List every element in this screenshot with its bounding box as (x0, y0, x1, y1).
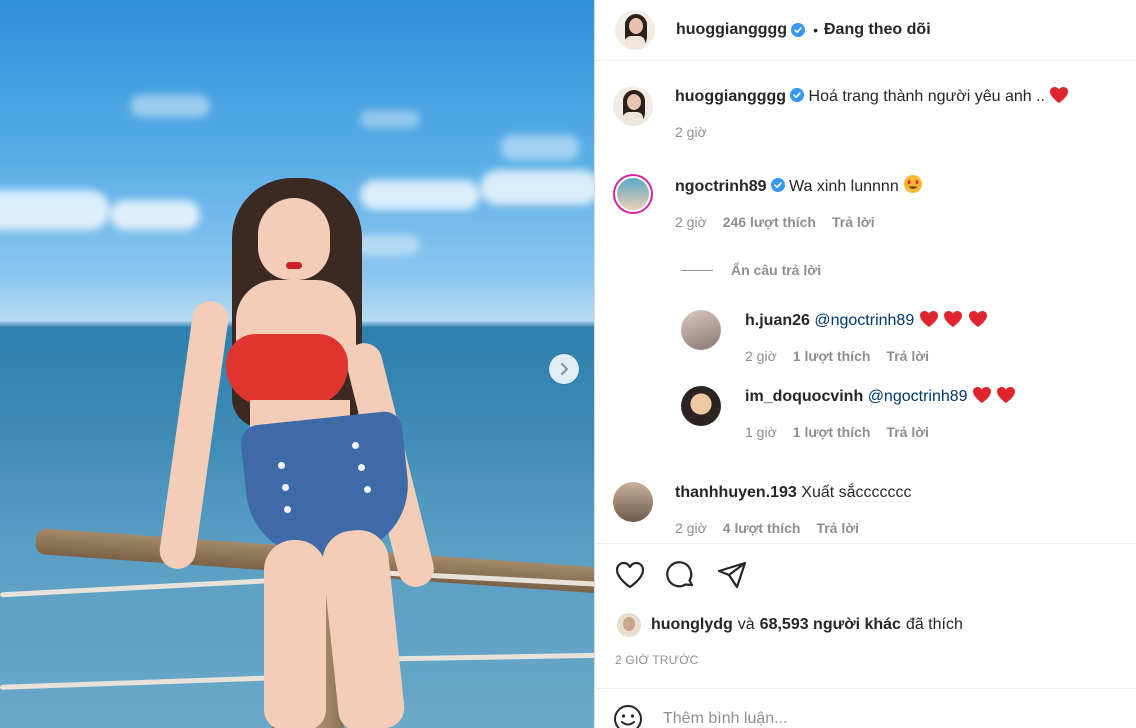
action-bar (613, 558, 749, 592)
reply-button[interactable]: Trả lời (816, 520, 859, 536)
post-details-panel: huoggiangggg • Đang theo dõi huoggianggg… (595, 0, 1136, 728)
reply: im_doquocvinh @ngoctrinh89 1 giờ 1 lượt … (681, 386, 1016, 440)
cloud (0, 190, 110, 230)
likes-and: và (737, 616, 755, 633)
cloud (500, 135, 580, 160)
comment-button[interactable] (664, 558, 698, 592)
likes-count[interactable]: 68,593 người khác (760, 616, 901, 634)
button-dot (278, 462, 285, 469)
chevron-right-icon (561, 363, 568, 375)
reply: h.juan26 @ngoctrinh89 2 giờ 1 lượt thích… (681, 310, 988, 364)
red-heart-icon (944, 311, 963, 327)
comment-time[interactable]: 2 giờ (675, 520, 707, 536)
bikini-top (226, 334, 348, 406)
post-timestamp[interactable]: 2 GIỜ TRƯỚC (615, 653, 698, 667)
author-avatar[interactable] (615, 10, 655, 50)
comment-box-divider (595, 688, 1136, 689)
post-photo (0, 0, 594, 728)
comment-likes[interactable]: 246 lượt thích (723, 214, 816, 230)
red-heart-icon (968, 311, 987, 327)
button-dot (282, 484, 289, 491)
reply-mention[interactable]: @ngoctrinh89 (868, 388, 968, 405)
reply-avatar[interactable] (681, 310, 721, 350)
bikini-bottoms (239, 409, 415, 565)
add-comment-bar (613, 704, 1063, 728)
reply-username[interactable]: im_doquocvinh (745, 388, 863, 405)
comment-username[interactable]: thanhhuyen.193 (675, 484, 797, 501)
reply-time[interactable]: 1 giờ (745, 424, 777, 440)
heart-outline-icon (615, 561, 645, 589)
liker-avatar[interactable] (617, 613, 641, 637)
button-dot (284, 506, 291, 513)
verified-badge-icon (770, 178, 785, 192)
left-leg (264, 540, 326, 728)
red-heart-icon (973, 387, 991, 403)
separator-dot: • (813, 22, 818, 38)
share-button[interactable] (715, 558, 749, 592)
comment-username[interactable]: ngoctrinh89 (675, 178, 767, 195)
cloud (130, 95, 210, 117)
red-heart-icon (919, 311, 938, 327)
reply-hearts (919, 311, 988, 329)
comment-time[interactable]: 2 giờ (675, 214, 707, 230)
reply-avatar[interactable] (681, 386, 721, 426)
likes-summary: huonglydg và 68,593 người khác đã thích (617, 613, 963, 637)
button-dot (364, 486, 371, 493)
hide-replies-label: Ẩn câu trả lời (731, 262, 822, 278)
button-dot (358, 464, 365, 471)
comment: thanhhuyen.193 Xuất sắccccccc 2 giờ 4 lư… (613, 482, 912, 536)
caption-time[interactable]: 2 giờ (675, 124, 707, 140)
comment: ngoctrinh89 Wa xinh lunnnn 2 giờ 246 lượ… (613, 174, 923, 230)
reply-time[interactable]: 2 giờ (745, 348, 777, 364)
reply-likes[interactable]: 1 lượt thích (793, 424, 871, 440)
following-button[interactable]: Đang theo dõi (824, 21, 931, 39)
red-heart-icon (997, 387, 1016, 403)
heart-eyes-icon (904, 175, 923, 193)
cloud (110, 200, 200, 230)
reply-mention[interactable]: @ngoctrinh89 (814, 312, 914, 329)
paper-plane-icon (717, 561, 747, 589)
reply-button[interactable]: Trả lời (886, 424, 929, 440)
likes-suffix: đã thích (905, 616, 963, 633)
comment-text: Wa xinh lunnnn (789, 178, 899, 195)
divider-dash (681, 269, 713, 271)
next-photo-button[interactable] (549, 354, 579, 384)
smiley-icon[interactable] (613, 704, 643, 728)
post-header: huoggiangggg • Đang theo dõi (595, 0, 1136, 61)
comment-text: Xuất sắccccccc (801, 484, 912, 501)
hide-replies-button[interactable]: Ẩn câu trả lời (681, 262, 821, 278)
verified-badge-icon (790, 88, 805, 102)
actions-divider (595, 543, 1136, 544)
comment-input[interactable] (663, 710, 1063, 728)
reply-button[interactable]: Trả lời (886, 348, 929, 364)
comment-clip: thanhhuyen.193 Xuất sắccccccc 2 giờ 4 lư… (595, 470, 1136, 543)
caption: huoggiangggg Hoá trang thành người yêu a… (613, 86, 1069, 140)
lips (286, 262, 302, 269)
rope (0, 577, 280, 598)
caption-avatar[interactable] (613, 86, 653, 126)
caption-text: Hoá trang thành người yêu anh .. (808, 88, 1045, 105)
button-dot (352, 442, 359, 449)
red-heart-icon (1050, 87, 1069, 103)
like-button[interactable] (613, 558, 647, 592)
cloud (360, 110, 420, 128)
reply-hearts (972, 387, 1016, 405)
caption-username[interactable]: huoggiangggg (675, 88, 786, 105)
comment-likes[interactable]: 4 lượt thích (723, 520, 801, 536)
cloud (480, 170, 594, 205)
verified-badge-icon (791, 23, 806, 37)
cloud (360, 180, 480, 210)
reply-likes[interactable]: 1 lượt thích (793, 348, 871, 364)
liker-username[interactable]: huonglydg (651, 616, 733, 634)
comment-bubble-icon (666, 561, 694, 588)
reply-username[interactable]: h.juan26 (745, 312, 810, 329)
reply-button[interactable]: Trả lời (832, 214, 875, 230)
commenter-avatar[interactable] (613, 174, 653, 214)
author-username[interactable]: huoggiangggg (676, 21, 787, 39)
left-arm (157, 298, 231, 572)
commenter-avatar[interactable] (613, 482, 653, 522)
rope (0, 675, 281, 690)
